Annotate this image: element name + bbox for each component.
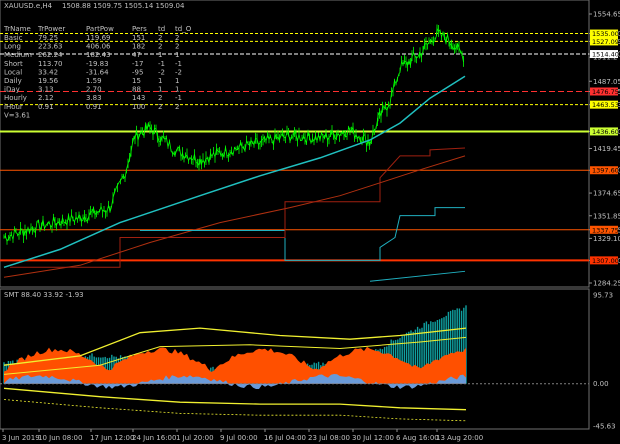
- table-cell: 2: [175, 103, 179, 111]
- level-tag-label: 1436.60: [592, 128, 619, 136]
- axis-label: 1284.25: [593, 280, 620, 288]
- table-cell: -17: [132, 60, 143, 68]
- table-cell: 47: [132, 51, 141, 59]
- table-cell: 182.43: [86, 51, 111, 59]
- table-cell: 1: [175, 77, 179, 85]
- axis-label: 1351.85: [593, 212, 620, 220]
- table-cell: 262.24: [38, 51, 63, 59]
- table-cell: 119.69: [86, 34, 111, 42]
- axis-label: 1329.10: [593, 235, 620, 243]
- table-cell: 182: [132, 43, 145, 51]
- indicator-axis-label: 0.00: [593, 380, 609, 388]
- indicator-axis-label: -45.63: [593, 423, 616, 431]
- table-cell: 1: [175, 51, 179, 59]
- table-header: PartPow: [86, 25, 114, 33]
- table-cell: 1: [175, 86, 179, 94]
- table-cell: 2.12: [38, 94, 54, 102]
- table-cell: 3.13: [38, 86, 54, 94]
- table-cell: 406.06: [86, 43, 111, 51]
- time-label: 24 Jun 16:00: [132, 434, 176, 442]
- table-cell: 151: [132, 34, 145, 42]
- table-cell: 2: [158, 103, 162, 111]
- time-label: 3 Jun 2019: [2, 434, 40, 442]
- time-axis: 3 Jun 201910 Jun 08:00 17 Jun 12:0024 Jun…: [2, 429, 483, 442]
- time-label: 23 Jul 08:00: [308, 434, 350, 442]
- table-header: Pers: [132, 25, 147, 33]
- table-cell: Short: [4, 60, 23, 68]
- table-cell: -19.83: [86, 60, 109, 68]
- table-cell: -31.64: [86, 68, 109, 76]
- table-cell: 2: [158, 43, 162, 51]
- table-header: TrName: [3, 25, 31, 33]
- indicator-axis-label: 95.73: [593, 292, 613, 300]
- table-cell: 2: [175, 34, 179, 42]
- table-cell: 2.70: [86, 86, 102, 94]
- table-cell: 33.42: [38, 68, 58, 76]
- chart-header-symbol: XAUUSD.e,H4: [4, 2, 53, 10]
- table-cell: 2: [158, 34, 162, 42]
- table-cell: Daily: [4, 77, 22, 85]
- level-tag-label: 1463.53: [592, 101, 619, 109]
- axis-label: 1374.65: [593, 190, 620, 198]
- chart-header-ohlc: 1508.88 1509.75 1505.14 1509.04: [62, 2, 185, 10]
- axis-label: 1487.05: [593, 78, 620, 86]
- table-cell: Medium: [4, 51, 32, 59]
- table-cell: iDay: [4, 86, 20, 94]
- level-tag-label: 1476.75: [592, 88, 619, 96]
- table-cell: 0.91: [38, 103, 54, 111]
- level-tag-label: 1397.60: [592, 167, 619, 175]
- table-cell: Hourly: [4, 94, 27, 102]
- table-footer: V=3.61: [4, 111, 30, 119]
- table-cell: -2: [158, 68, 165, 76]
- table-cell: 1: [158, 86, 162, 94]
- table-cell: 223.63: [38, 43, 63, 51]
- table-cell: 0.91: [86, 103, 102, 111]
- table-cell: iHour: [4, 103, 23, 111]
- time-label: 10 Jun 08:00: [38, 434, 82, 442]
- indicator-axis: 95.73 0.00 -45.63: [593, 292, 616, 431]
- level-tag-label: 1337.75: [592, 226, 619, 234]
- time-label: 16 Jul 04:00: [264, 434, 306, 442]
- table-cell: 88: [132, 86, 141, 94]
- table-cell: -2: [175, 68, 182, 76]
- indicator-label: SMT 88.40 33.92 -1.93: [4, 291, 84, 299]
- trading-chart[interactable]: XAUUSD.e,H4 1508.88 1509.75 1505.14 1509…: [0, 0, 620, 444]
- time-label: 30 Jul 12:00: [352, 434, 394, 442]
- table-cell: 2: [175, 43, 179, 51]
- table-header: TrPower: [37, 25, 65, 33]
- time-label: 6 Aug 16:00: [396, 434, 439, 442]
- table-cell: 143: [132, 94, 145, 102]
- table-cell: Basic: [4, 34, 23, 42]
- table-cell: 1: [158, 51, 162, 59]
- time-label: 13 Aug 20:00: [436, 434, 483, 442]
- level-tag-label: 1307.00: [592, 257, 619, 265]
- table-cell: 100: [132, 103, 145, 111]
- table-header: td_O: [175, 25, 192, 33]
- table-cell: 1: [158, 77, 162, 85]
- table-cell: 15: [132, 77, 141, 85]
- table-cell: 2: [158, 94, 162, 102]
- table-cell: -1: [158, 60, 165, 68]
- table-cell: Long: [4, 43, 21, 51]
- time-label: 9 Jul 00:00: [220, 434, 258, 442]
- table-header: td: [158, 25, 165, 33]
- table-cell: -95: [132, 68, 143, 76]
- table-cell: 3.83: [86, 94, 102, 102]
- table-cell: 113.70: [38, 60, 63, 68]
- time-label: 1 Jul 20:00: [176, 434, 214, 442]
- level-tag-label: 1527.09: [592, 38, 619, 46]
- level-tag-label: 1535.00: [592, 30, 619, 38]
- level-tag-label: 1514.40: [592, 51, 619, 59]
- axis-label: 1419.45: [593, 145, 620, 153]
- axis-label: 1554.65: [593, 11, 620, 19]
- time-label: 17 Jun 12:00: [90, 434, 134, 442]
- table-cell: Local: [4, 68, 22, 76]
- table-cell: 79.25: [38, 34, 58, 42]
- table-cell: -1: [175, 94, 182, 102]
- table-cell: -1: [175, 60, 182, 68]
- table-cell: 1.59: [86, 77, 102, 85]
- table-cell: 19.56: [38, 77, 59, 85]
